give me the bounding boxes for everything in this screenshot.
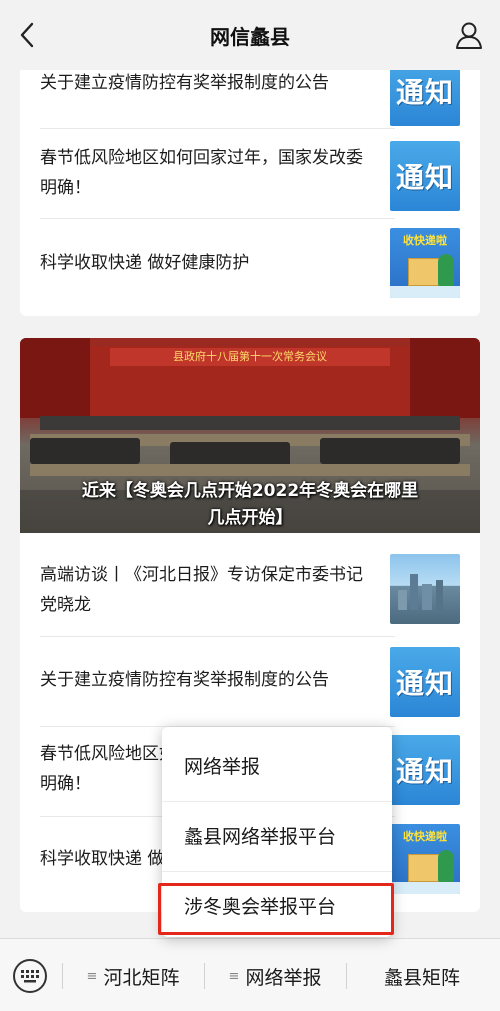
submenu-lines-icon: ≡	[86, 968, 98, 984]
selection-highlight	[158, 883, 394, 935]
package-icon	[408, 854, 442, 882]
divider	[40, 128, 395, 129]
headline-banner[interactable]: 县政府十八届第十一次常务会议 近来【冬奥会几点开始2022年冬奥会在哪里几点开始…	[20, 338, 480, 533]
divider	[162, 801, 392, 802]
courier-icon	[438, 850, 454, 882]
news-title: 关于建立疫情防控有奖举报制度的公告	[40, 670, 329, 690]
list-item[interactable]: 关于建立疫情防控有奖举报制度的公告 通知	[20, 643, 480, 723]
menu-hebei-matrix[interactable]: ≡ 河北矩阵	[63, 957, 203, 995]
city-thumbnail	[390, 554, 460, 624]
news-title: 春节低风险地区如何回家过年，国家发改委明确！	[40, 148, 363, 198]
notice-thumbnail: 通知	[390, 735, 460, 805]
menu-network-report[interactable]: ≡ 网络举报	[205, 957, 345, 995]
stage-banner-text: 县政府十八届第十一次常务会议	[110, 348, 390, 366]
profile-button[interactable]	[454, 20, 484, 50]
menu-lixian-matrix[interactable]: 蠡县矩阵	[347, 957, 497, 995]
menu-item-lixian-report-platform[interactable]: 蠡县网络举报平台	[162, 803, 392, 871]
divider	[40, 636, 395, 637]
news-title: 科学收取快递 做好健康防护	[40, 253, 250, 273]
menu-item-network-report[interactable]: 网络举报	[162, 733, 392, 801]
news-title: 关于建立疫情防控有奖举报制度的公告	[40, 73, 329, 93]
news-title: 高端访谈丨《河北日报》专访保定市委书记党晓龙	[40, 565, 363, 615]
courier-icon	[438, 254, 454, 286]
list-item[interactable]: 科学收取快递 做好健康防护 收快递啦	[20, 226, 480, 306]
page-title: 网信蠡县	[210, 24, 290, 49]
keyboard-icon	[21, 970, 39, 983]
divider	[162, 871, 392, 872]
top-bar: 网信蠡县	[0, 0, 500, 70]
notice-thumbnail: 通知	[390, 141, 460, 211]
divider	[40, 218, 395, 219]
chevron-left-icon	[20, 22, 34, 48]
express-thumbnail: 收快递啦	[390, 228, 460, 298]
package-icon	[408, 258, 442, 286]
news-card-top: 关于建立疫情防控有奖举报制度的公告 通知 春节低风险地区如何回家过年，国家发改委…	[20, 56, 480, 316]
bottom-menu-bar: ≡ 河北矩阵 ≡ 网络举报 蠡县矩阵	[0, 938, 500, 1011]
list-item[interactable]: 春节低风险地区如何回家过年，国家发改委明确！ 通知	[20, 136, 480, 220]
banner-caption: 近来【冬奥会几点开始2022年冬奥会在哪里几点开始】	[81, 481, 419, 528]
report-submenu: 网络举报 蠡县网络举报平台 涉冬奥会举报平台	[158, 727, 394, 937]
user-icon	[456, 22, 482, 49]
express-thumbnail: 收快递啦	[390, 824, 460, 894]
list-item[interactable]: 高端访谈丨《河北日报》专访保定市委书记党晓龙	[20, 548, 480, 636]
notice-thumbnail: 通知	[390, 647, 460, 717]
submenu-lines-icon: ≡	[228, 968, 240, 984]
back-button[interactable]	[12, 20, 42, 50]
keyboard-toggle-button[interactable]	[13, 959, 47, 993]
